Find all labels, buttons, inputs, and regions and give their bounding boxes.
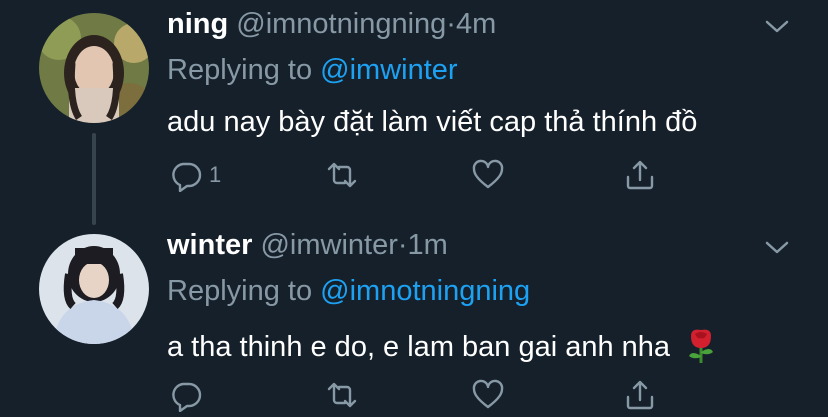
thread-line xyxy=(92,133,96,225)
like-icon xyxy=(472,159,504,189)
separator: · xyxy=(446,8,456,40)
like-icon xyxy=(472,379,504,409)
share-button[interactable] xyxy=(623,375,657,415)
tweet-ning[interactable]: ning @imnotningning·4m Replying to @imwi… xyxy=(0,0,828,225)
timestamp[interactable]: 1m xyxy=(408,229,448,261)
tweet-actions xyxy=(165,375,685,415)
display-name[interactable]: ning xyxy=(167,8,228,40)
share-icon xyxy=(626,380,654,410)
separator: · xyxy=(397,229,408,261)
tweet-header: ning @imnotningning·4m xyxy=(167,8,496,41)
reply-icon xyxy=(172,382,202,412)
tweet-actions: 1 xyxy=(165,155,685,195)
tweet-text-content: a tha thinh e do, e lam ban gai anh nha xyxy=(167,331,671,363)
reply-button[interactable]: 1 xyxy=(169,155,221,195)
like-button[interactable] xyxy=(471,155,511,195)
retweet-icon xyxy=(327,162,357,188)
reply-button[interactable] xyxy=(169,375,209,415)
replying-to: Replying to @imwinter xyxy=(167,54,458,87)
reply-count: 1 xyxy=(209,162,222,187)
rose-emoji xyxy=(689,329,714,363)
mention-link[interactable]: @imnotningning xyxy=(320,275,530,307)
share-icon xyxy=(626,160,654,190)
avatar-ning[interactable] xyxy=(39,13,149,123)
tweet-header: winter @imwinter·1m xyxy=(167,229,448,262)
tweet-text: adu nay bày đặt làm viết cap thả thính đ… xyxy=(167,106,698,138)
user-handle[interactable]: @imwinter xyxy=(260,229,397,261)
timestamp[interactable]: 4m xyxy=(456,8,496,40)
mention-link[interactable]: @imwinter xyxy=(320,54,457,86)
retweet-icon xyxy=(327,382,357,408)
replying-to: Replying to @imnotningning xyxy=(167,275,530,308)
chevron-down-icon[interactable] xyxy=(762,17,792,37)
user-handle[interactable]: @imnotningning xyxy=(236,8,446,40)
replying-label: Replying to xyxy=(167,54,313,86)
tweet-text: a tha thinh e do, e lam ban gai anh nha xyxy=(167,326,718,364)
replying-label: Replying to xyxy=(167,275,313,307)
chevron-down-icon[interactable] xyxy=(762,238,792,258)
retweet-button[interactable] xyxy=(325,155,365,195)
display-name[interactable]: winter xyxy=(167,229,252,261)
retweet-button[interactable] xyxy=(325,375,365,415)
share-button[interactable] xyxy=(623,155,657,195)
reply-icon xyxy=(172,162,202,192)
like-button[interactable] xyxy=(471,375,511,415)
avatar-winter[interactable] xyxy=(39,234,149,344)
tweet-winter[interactable]: winter @imwinter·1m Replying to @imnotni… xyxy=(0,220,828,417)
